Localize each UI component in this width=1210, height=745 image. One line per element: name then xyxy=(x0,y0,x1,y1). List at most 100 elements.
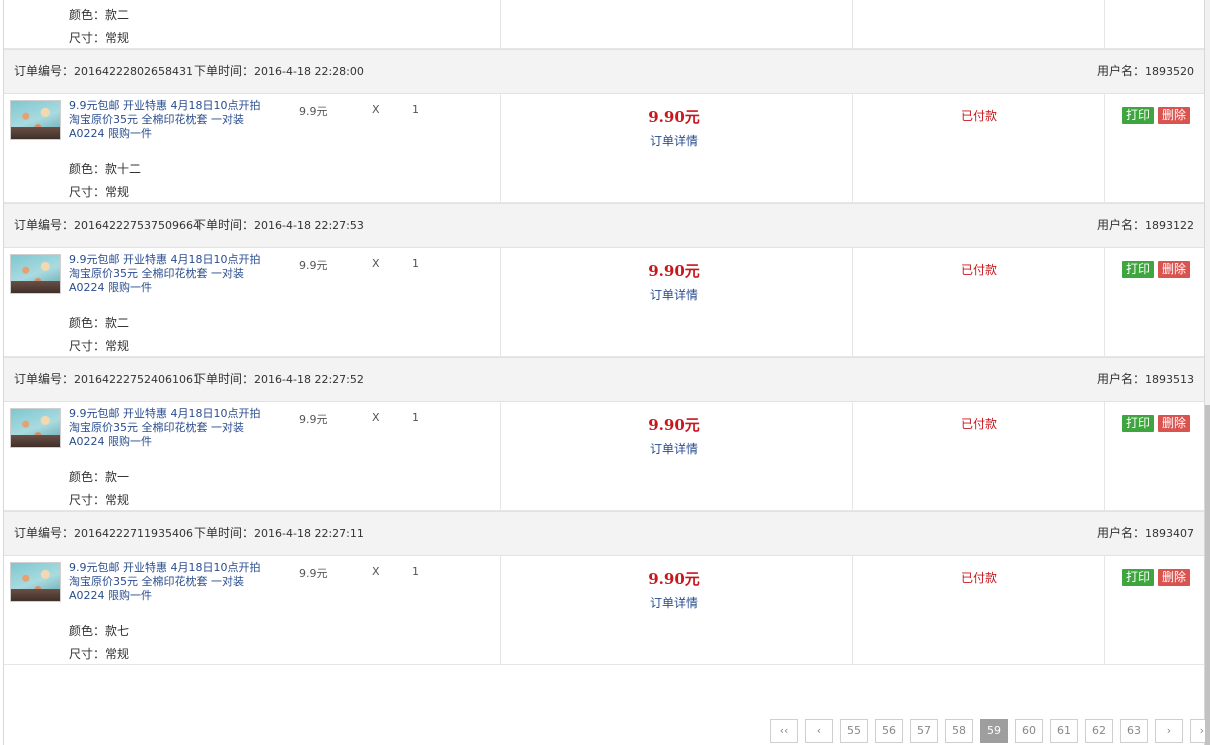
delete-button[interactable]: 删除 xyxy=(1158,569,1191,586)
unit-price: 9.9元 xyxy=(299,413,328,426)
order-row: 9.9元包邮 开业特惠 4月18日10点开拍 淘宝原价35元 全棉印花枕套 一对… xyxy=(4,248,1204,357)
multiply-sign: X xyxy=(372,103,380,116)
product-thumbnail[interactable] xyxy=(10,562,61,602)
order-number-value: 201642227524061061 xyxy=(74,373,200,386)
size-value: 常规 xyxy=(105,31,130,45)
size-label: 尺寸： xyxy=(69,647,106,661)
page-button-59[interactable]: 59 xyxy=(980,719,1008,743)
username-label: 用户名： xyxy=(1096,218,1145,232)
page-button-63[interactable]: 63 xyxy=(1120,719,1148,743)
cell-divider xyxy=(1104,248,1105,356)
order-detail-link[interactable]: 订单详情 xyxy=(624,132,724,149)
username-label: 用户名： xyxy=(1096,64,1145,78)
product-thumbnail[interactable] xyxy=(10,254,61,294)
username-value: 1893520 xyxy=(1145,65,1194,78)
order-detail-link[interactable]: 订单详情 xyxy=(624,286,724,303)
payment-status: 已付款 xyxy=(960,109,997,123)
color-value: 款七 xyxy=(105,624,130,638)
order-row: 9.9元包邮 开业特惠 4月18日10点开拍 淘宝原价35元 全棉印花枕套 一对… xyxy=(4,402,1204,511)
page-prev-button[interactable]: ‹ xyxy=(805,719,833,743)
order-username: 用户名：1893513 xyxy=(1097,358,1194,401)
quantity: 1 xyxy=(412,565,419,578)
product-thumbnail[interactable] xyxy=(10,408,61,448)
order-time-label: 下单时间： xyxy=(194,64,255,78)
color-label: 颜色： xyxy=(69,470,106,484)
order-number-label: 订单编号： xyxy=(14,526,75,540)
order-block: 9.9元包邮 开业特惠 4月18日10点开拍 淘宝原价35元 全棉印花枕套 一对… xyxy=(4,0,1204,49)
page-button-55[interactable]: 55 xyxy=(840,719,868,743)
order-number-label: 订单编号： xyxy=(14,64,75,78)
unit-price: 9.9元 xyxy=(299,567,328,580)
order-total: 9.90元 xyxy=(648,108,700,126)
order-number-label: 订单编号： xyxy=(14,218,75,232)
page-first-button[interactable]: ‹‹ xyxy=(770,719,798,743)
order-time: 下单时间：2016-4-18 22:27:53 xyxy=(194,204,364,247)
print-button[interactable]: 打印 xyxy=(1122,569,1155,586)
order-username: 用户名：1893520 xyxy=(1097,50,1194,93)
product-color: 颜色：款七 xyxy=(69,622,129,639)
product-size: 尺寸：常规 xyxy=(69,491,129,508)
size-value: 常规 xyxy=(105,493,130,507)
order-time-label: 下单时间： xyxy=(194,372,255,386)
order-number-label: 订单编号： xyxy=(14,372,75,386)
product-color: 颜色：款二 xyxy=(69,6,129,23)
order-number: 订单编号：20164222711935406 xyxy=(14,512,193,555)
cell-divider xyxy=(852,556,853,664)
quantity: 1 xyxy=(412,411,419,424)
product-title-link[interactable]: 9.9元包邮 开业特惠 4月18日10点开拍 淘宝原价35元 全棉印花枕套 一对… xyxy=(69,253,274,295)
print-button[interactable]: 打印 xyxy=(1122,415,1155,432)
unit-price: 9.9元 xyxy=(299,105,328,118)
multiply-sign: X xyxy=(372,257,380,270)
cell-divider xyxy=(852,402,853,510)
order-number-value: 20164222802658431 xyxy=(74,65,193,78)
color-label: 颜色： xyxy=(69,162,106,176)
page-button-56[interactable]: 56 xyxy=(875,719,903,743)
product-title-link[interactable]: 9.9元包邮 开业特惠 4月18日10点开拍 淘宝原价35元 全棉印花枕套 一对… xyxy=(69,407,274,449)
scrollbar[interactable] xyxy=(1205,0,1210,745)
product-title-link[interactable]: 9.9元包邮 开业特惠 4月18日10点开拍 淘宝原价35元 全棉印花枕套 一对… xyxy=(69,99,274,141)
order-number-value: 201642227537509664 xyxy=(74,219,200,232)
delete-button[interactable]: 删除 xyxy=(1158,107,1191,124)
order-block: 订单编号：201642227524061061 下单时间：2016-4-18 2… xyxy=(4,357,1204,511)
product-thumbnail[interactable] xyxy=(10,100,61,140)
order-number: 订单编号：201642227537509664 xyxy=(14,204,200,247)
product-color: 颜色：款二 xyxy=(69,314,129,331)
print-button[interactable]: 打印 xyxy=(1122,107,1155,124)
order-detail-link[interactable]: 订单详情 xyxy=(624,594,724,611)
delete-button[interactable]: 删除 xyxy=(1158,261,1191,278)
order-header: 订单编号：201642227537509664 下单时间：2016-4-18 2… xyxy=(4,203,1204,248)
cell-divider xyxy=(500,0,501,48)
order-detail-link[interactable]: 订单详情 xyxy=(624,440,724,457)
order-total: 9.90元 xyxy=(648,262,700,280)
payment-status: 已付款 xyxy=(960,263,997,277)
product-color: 颜色：款十二 xyxy=(69,160,141,177)
cell-divider xyxy=(1104,556,1105,664)
payment-status: 已付款 xyxy=(960,417,997,431)
page-button-58[interactable]: 58 xyxy=(945,719,973,743)
order-header: 订单编号：20164222711935406 下单时间：2016-4-18 22… xyxy=(4,511,1204,556)
size-label: 尺寸： xyxy=(69,339,106,353)
order-number: 订单编号：201642227524061061 xyxy=(14,358,200,401)
delete-button[interactable]: 删除 xyxy=(1158,415,1191,432)
cell-divider xyxy=(500,556,501,664)
cell-divider xyxy=(1104,94,1105,202)
product-title-link[interactable]: 9.9元包邮 开业特惠 4月18日10点开拍 淘宝原价35元 全棉印花枕套 一对… xyxy=(69,561,274,603)
order-time-value: 2016-4-18 22:27:53 xyxy=(254,219,364,232)
order-username: 用户名：1893407 xyxy=(1097,512,1194,555)
size-label: 尺寸： xyxy=(69,185,106,199)
order-block: 订单编号：20164222711935406 下单时间：2016-4-18 22… xyxy=(4,511,1204,665)
page-button-57[interactable]: 57 xyxy=(910,719,938,743)
print-button[interactable]: 打印 xyxy=(1122,261,1155,278)
page-button-60[interactable]: 60 xyxy=(1015,719,1043,743)
username-value: 1893407 xyxy=(1145,527,1194,540)
scrollbar-thumb[interactable] xyxy=(1205,405,1210,745)
cell-divider xyxy=(500,248,501,356)
product-size: 尺寸：常规 xyxy=(69,29,129,46)
order-total: 9.90元 xyxy=(648,416,700,434)
page-next-button[interactable]: › xyxy=(1155,719,1183,743)
page-button-61[interactable]: 61 xyxy=(1050,719,1078,743)
color-label: 颜色： xyxy=(69,8,106,22)
order-time-value: 2016-4-18 22:27:11 xyxy=(254,527,364,540)
order-number: 订单编号：20164222802658431 xyxy=(14,50,193,93)
page-button-62[interactable]: 62 xyxy=(1085,719,1113,743)
